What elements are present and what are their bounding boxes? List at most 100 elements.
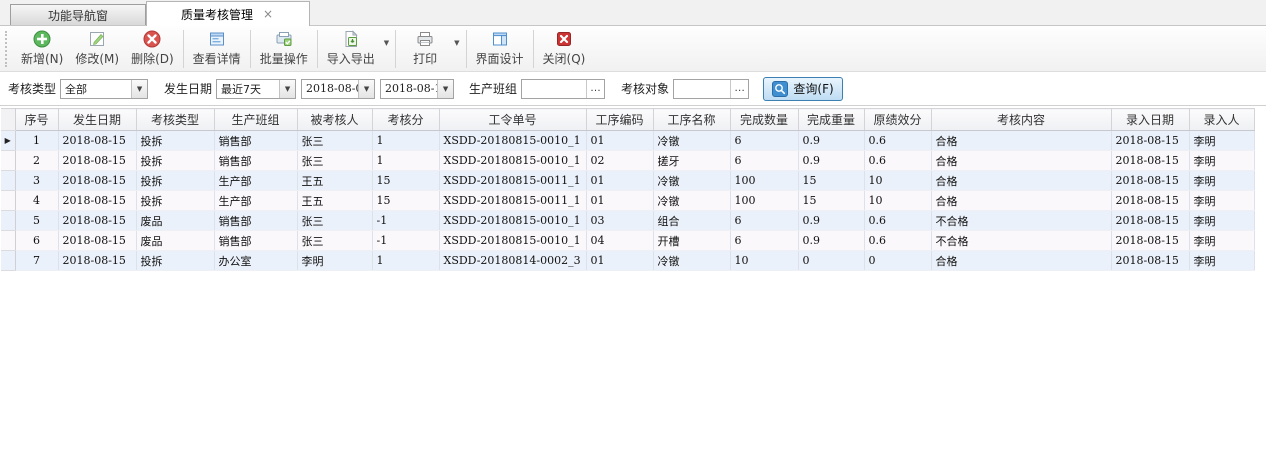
- cell-content[interactable]: 合格: [931, 191, 1111, 211]
- table-row[interactable]: 32018-08-15投拆生产部王五15XSDD-20180815-0011_1…: [1, 171, 1254, 191]
- import-export-button[interactable]: 导入导出: [321, 29, 381, 69]
- cell-person[interactable]: 王五: [297, 171, 372, 191]
- cell-score[interactable]: -1: [372, 231, 439, 251]
- table-row[interactable]: 52018-08-15废品销售部张三-1XSDD-20180815-0010_1…: [1, 211, 1254, 231]
- cell-qty[interactable]: 6: [730, 231, 798, 251]
- cell-proc-code[interactable]: 01: [586, 191, 653, 211]
- date-to-select[interactable]: 2018-08-16 ▼: [380, 79, 454, 99]
- cell-date[interactable]: 2018-08-15: [58, 211, 136, 231]
- cell-team[interactable]: 生产部: [214, 191, 297, 211]
- view-detail-button[interactable]: 查看详情: [187, 29, 247, 69]
- cell-proc-name[interactable]: 冷镦: [653, 171, 730, 191]
- row-indicator-icon[interactable]: [1, 151, 15, 171]
- table-row[interactable]: 42018-08-15投拆生产部王五15XSDD-20180815-0011_1…: [1, 191, 1254, 211]
- cell-proc-code[interactable]: 01: [586, 171, 653, 191]
- cell-work-order[interactable]: XSDD-20180815-0010_1: [439, 151, 586, 171]
- cell-entry-person[interactable]: 李明: [1189, 151, 1254, 171]
- cell-score[interactable]: 15: [372, 171, 439, 191]
- row-indicator-icon[interactable]: ▶: [1, 131, 15, 151]
- table-row[interactable]: ▶12018-08-15投拆销售部张三1XSDD-20180815-0010_1…: [1, 131, 1254, 151]
- cell-person[interactable]: 张三: [297, 211, 372, 231]
- cell-seq[interactable]: 7: [15, 251, 58, 271]
- cell-entry-date[interactable]: 2018-08-15: [1111, 231, 1189, 251]
- cell-date[interactable]: 2018-08-15: [58, 131, 136, 151]
- cell-proc-code[interactable]: 03: [586, 211, 653, 231]
- cell-qty[interactable]: 100: [730, 191, 798, 211]
- cell-content[interactable]: 合格: [931, 251, 1111, 271]
- cell-base-score[interactable]: 0: [864, 251, 931, 271]
- cell-weight[interactable]: 0.9: [798, 131, 864, 151]
- cell-type[interactable]: 废品: [136, 211, 214, 231]
- query-button[interactable]: 查询(F): [763, 77, 843, 101]
- cell-entry-date[interactable]: 2018-08-15: [1111, 131, 1189, 151]
- cell-proc-code[interactable]: 01: [586, 131, 653, 151]
- column-header-entry-person[interactable]: 录入人: [1189, 109, 1254, 131]
- assessment-type-select[interactable]: 全部 ▼: [60, 79, 148, 99]
- column-header-proc-name[interactable]: 工序名称: [653, 109, 730, 131]
- cell-score[interactable]: -1: [372, 211, 439, 231]
- cell-date[interactable]: 2018-08-15: [58, 191, 136, 211]
- cell-work-order[interactable]: XSDD-20180815-0011_1: [439, 171, 586, 191]
- cell-team[interactable]: 销售部: [214, 231, 297, 251]
- cell-qty[interactable]: 6: [730, 151, 798, 171]
- cell-date[interactable]: 2018-08-15: [58, 231, 136, 251]
- cell-proc-name[interactable]: 冷镦: [653, 131, 730, 151]
- cell-person[interactable]: 王五: [297, 191, 372, 211]
- cell-entry-person[interactable]: 李明: [1189, 191, 1254, 211]
- cell-work-order[interactable]: XSDD-20180815-0010_1: [439, 211, 586, 231]
- cell-qty[interactable]: 10: [730, 251, 798, 271]
- ellipsis-button[interactable]: …: [586, 80, 604, 98]
- row-indicator-icon[interactable]: [1, 251, 15, 271]
- add-button[interactable]: 新增(N): [15, 29, 69, 69]
- cell-base-score[interactable]: 0.6: [864, 231, 931, 251]
- column-header-proc-code[interactable]: 工序编码: [586, 109, 653, 131]
- cell-weight[interactable]: 15: [798, 191, 864, 211]
- chevron-down-icon[interactable]: ▼: [437, 80, 453, 98]
- table-row[interactable]: 72018-08-15投拆办公室李明1XSDD-20180814-0002_30…: [1, 251, 1254, 271]
- cell-proc-name[interactable]: 搓牙: [653, 151, 730, 171]
- print-button[interactable]: 打印: [399, 29, 451, 69]
- chevron-down-icon[interactable]: ▼: [381, 39, 392, 47]
- ui-design-button[interactable]: 界面设计: [470, 29, 530, 69]
- cell-person[interactable]: 张三: [297, 151, 372, 171]
- ellipsis-button[interactable]: …: [730, 80, 748, 98]
- cell-proc-code[interactable]: 01: [586, 251, 653, 271]
- cell-date[interactable]: 2018-08-15: [58, 151, 136, 171]
- cell-team[interactable]: 销售部: [214, 211, 297, 231]
- cell-seq[interactable]: 3: [15, 171, 58, 191]
- cell-score[interactable]: 1: [372, 151, 439, 171]
- cell-content[interactable]: 合格: [931, 131, 1111, 151]
- chevron-down-icon[interactable]: ▼: [131, 80, 147, 98]
- cell-weight[interactable]: 0: [798, 251, 864, 271]
- row-indicator-icon[interactable]: [1, 191, 15, 211]
- cell-person[interactable]: 李明: [297, 251, 372, 271]
- tab-function-nav[interactable]: 功能导航窗: [10, 4, 146, 25]
- cell-score[interactable]: 1: [372, 251, 439, 271]
- cell-score[interactable]: 1: [372, 131, 439, 151]
- cell-proc-code[interactable]: 04: [586, 231, 653, 251]
- cell-work-order[interactable]: XSDD-20180814-0002_3: [439, 251, 586, 271]
- cell-person[interactable]: 张三: [297, 131, 372, 151]
- column-header-type[interactable]: 考核类型: [136, 109, 214, 131]
- date-from-select[interactable]: 2018-08-09 ▼: [301, 79, 375, 99]
- cell-weight[interactable]: 0.9: [798, 231, 864, 251]
- cell-type[interactable]: 投拆: [136, 171, 214, 191]
- date-range-select[interactable]: 最近7天 ▼: [216, 79, 296, 99]
- cell-type[interactable]: 投拆: [136, 251, 214, 271]
- column-header-qty[interactable]: 完成数量: [730, 109, 798, 131]
- cell-entry-person[interactable]: 李明: [1189, 211, 1254, 231]
- cell-qty[interactable]: 6: [730, 211, 798, 231]
- column-header-score[interactable]: 考核分: [372, 109, 439, 131]
- table-row[interactable]: 62018-08-15废品销售部张三-1XSDD-20180815-0010_1…: [1, 231, 1254, 251]
- column-header-entry-date[interactable]: 录入日期: [1111, 109, 1189, 131]
- column-header-work-order[interactable]: 工令单号: [439, 109, 586, 131]
- cell-proc-name[interactable]: 组合: [653, 211, 730, 231]
- cell-seq[interactable]: 2: [15, 151, 58, 171]
- cell-entry-date[interactable]: 2018-08-15: [1111, 151, 1189, 171]
- edit-button[interactable]: 修改(M): [69, 29, 125, 69]
- row-indicator-icon[interactable]: [1, 211, 15, 231]
- cell-team[interactable]: 办公室: [214, 251, 297, 271]
- cell-entry-person[interactable]: 李明: [1189, 171, 1254, 191]
- cell-proc-code[interactable]: 02: [586, 151, 653, 171]
- cell-content[interactable]: 合格: [931, 171, 1111, 191]
